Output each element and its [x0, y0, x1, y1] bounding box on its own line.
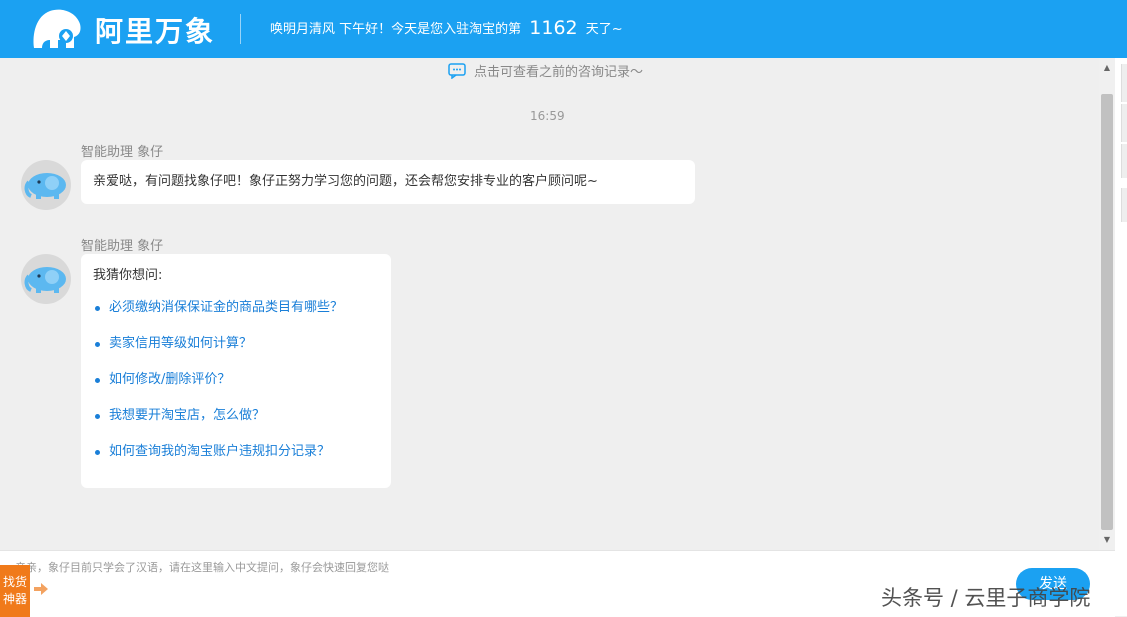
- suggestion-title: 我猜你想问:: [93, 268, 163, 283]
- arrow-right-icon[interactable]: [34, 583, 48, 595]
- finder-label: 找货: [2, 575, 27, 589]
- sender-name: 智能助理 象仔: [81, 239, 164, 254]
- message-bubble: 亲爱哒，有问题找象仔吧！象仔正努力学习您的问题，还会帮您安排专业的客户顾问呢~: [81, 160, 695, 204]
- greeting-text: 唤明月清风 下午好！今天是您入驻淘宝的第 1162 天了~: [270, 16, 623, 39]
- watermark-text: 头条号 / 云里子商学院: [881, 586, 1091, 610]
- history-link[interactable]: 点击可查看之前的咨询记录～: [448, 61, 643, 80]
- finder-tool-button[interactable]: 找货 神器: [0, 565, 30, 617]
- greeting-prefix: 唤明月清风 下午好！今天是您入驻淘宝的第: [270, 22, 522, 37]
- side-tab[interactable]: [1121, 144, 1127, 178]
- side-tab[interactable]: [1121, 104, 1127, 142]
- side-panel-edge: [1115, 58, 1127, 616]
- chat-area[interactable]: 点击可查看之前的咨询记录～ 16:59 智能助理 象仔 亲爱哒，有问题找象仔吧！…: [0, 58, 1099, 550]
- side-tab[interactable]: [1121, 64, 1127, 102]
- history-link-label[interactable]: 点击可查看之前的咨询记录～: [474, 61, 643, 80]
- side-tab[interactable]: [1121, 188, 1127, 222]
- header-bar: 阿里万象 唤明月清风 下午好！今天是您入驻淘宝的第 1162 天了~: [0, 0, 1127, 58]
- scroll-up-arrow-icon[interactable]: ▲: [1099, 60, 1115, 76]
- header-divider: [240, 14, 241, 44]
- days-count: 1162: [529, 17, 578, 39]
- chat-bubble-icon: [448, 62, 466, 79]
- finder-label: 神器: [2, 592, 27, 606]
- scrollbar-thumb[interactable]: [1101, 94, 1113, 530]
- chat-scrollbar[interactable]: ▲ ▼: [1099, 58, 1115, 550]
- suggested-question[interactable]: 我想要开淘宝店，怎么做？: [93, 408, 379, 444]
- elephant-avatar-icon: [24, 173, 66, 199]
- scroll-down-arrow-icon[interactable]: ▼: [1099, 532, 1115, 548]
- suggested-question[interactable]: 如何修改/删除评价？: [93, 372, 379, 408]
- suggestion-list: 必须缴纳消保保证金的商品类目有哪些？ 卖家信用等级如何计算？ 如何修改/删除评价…: [93, 300, 379, 480]
- message-timestamp: 16:59: [530, 109, 565, 123]
- brand-title: 阿里万象: [95, 15, 216, 48]
- message-input[interactable]: 亲亲，象仔目前只学会了汉语，请在这里输入中文提问，象仔会快速回复您哒: [15, 559, 389, 575]
- elephant-logo-icon: [30, 6, 82, 50]
- suggested-question[interactable]: 卖家信用等级如何计算？: [93, 336, 379, 372]
- suggested-question[interactable]: 必须缴纳消保保证金的商品类目有哪些？: [93, 300, 379, 336]
- sender-name: 智能助理 象仔: [81, 145, 164, 160]
- avatar: [21, 160, 71, 210]
- suggestion-bubble: 我猜你想问: 必须缴纳消保保证金的商品类目有哪些？ 卖家信用等级如何计算？ 如何…: [81, 254, 391, 488]
- elephant-avatar-icon: [24, 267, 66, 293]
- greeting-suffix: 天了~: [585, 22, 623, 37]
- suggested-question[interactable]: 如何查询我的淘宝账户违规扣分记录？: [93, 444, 379, 480]
- avatar: [21, 254, 71, 304]
